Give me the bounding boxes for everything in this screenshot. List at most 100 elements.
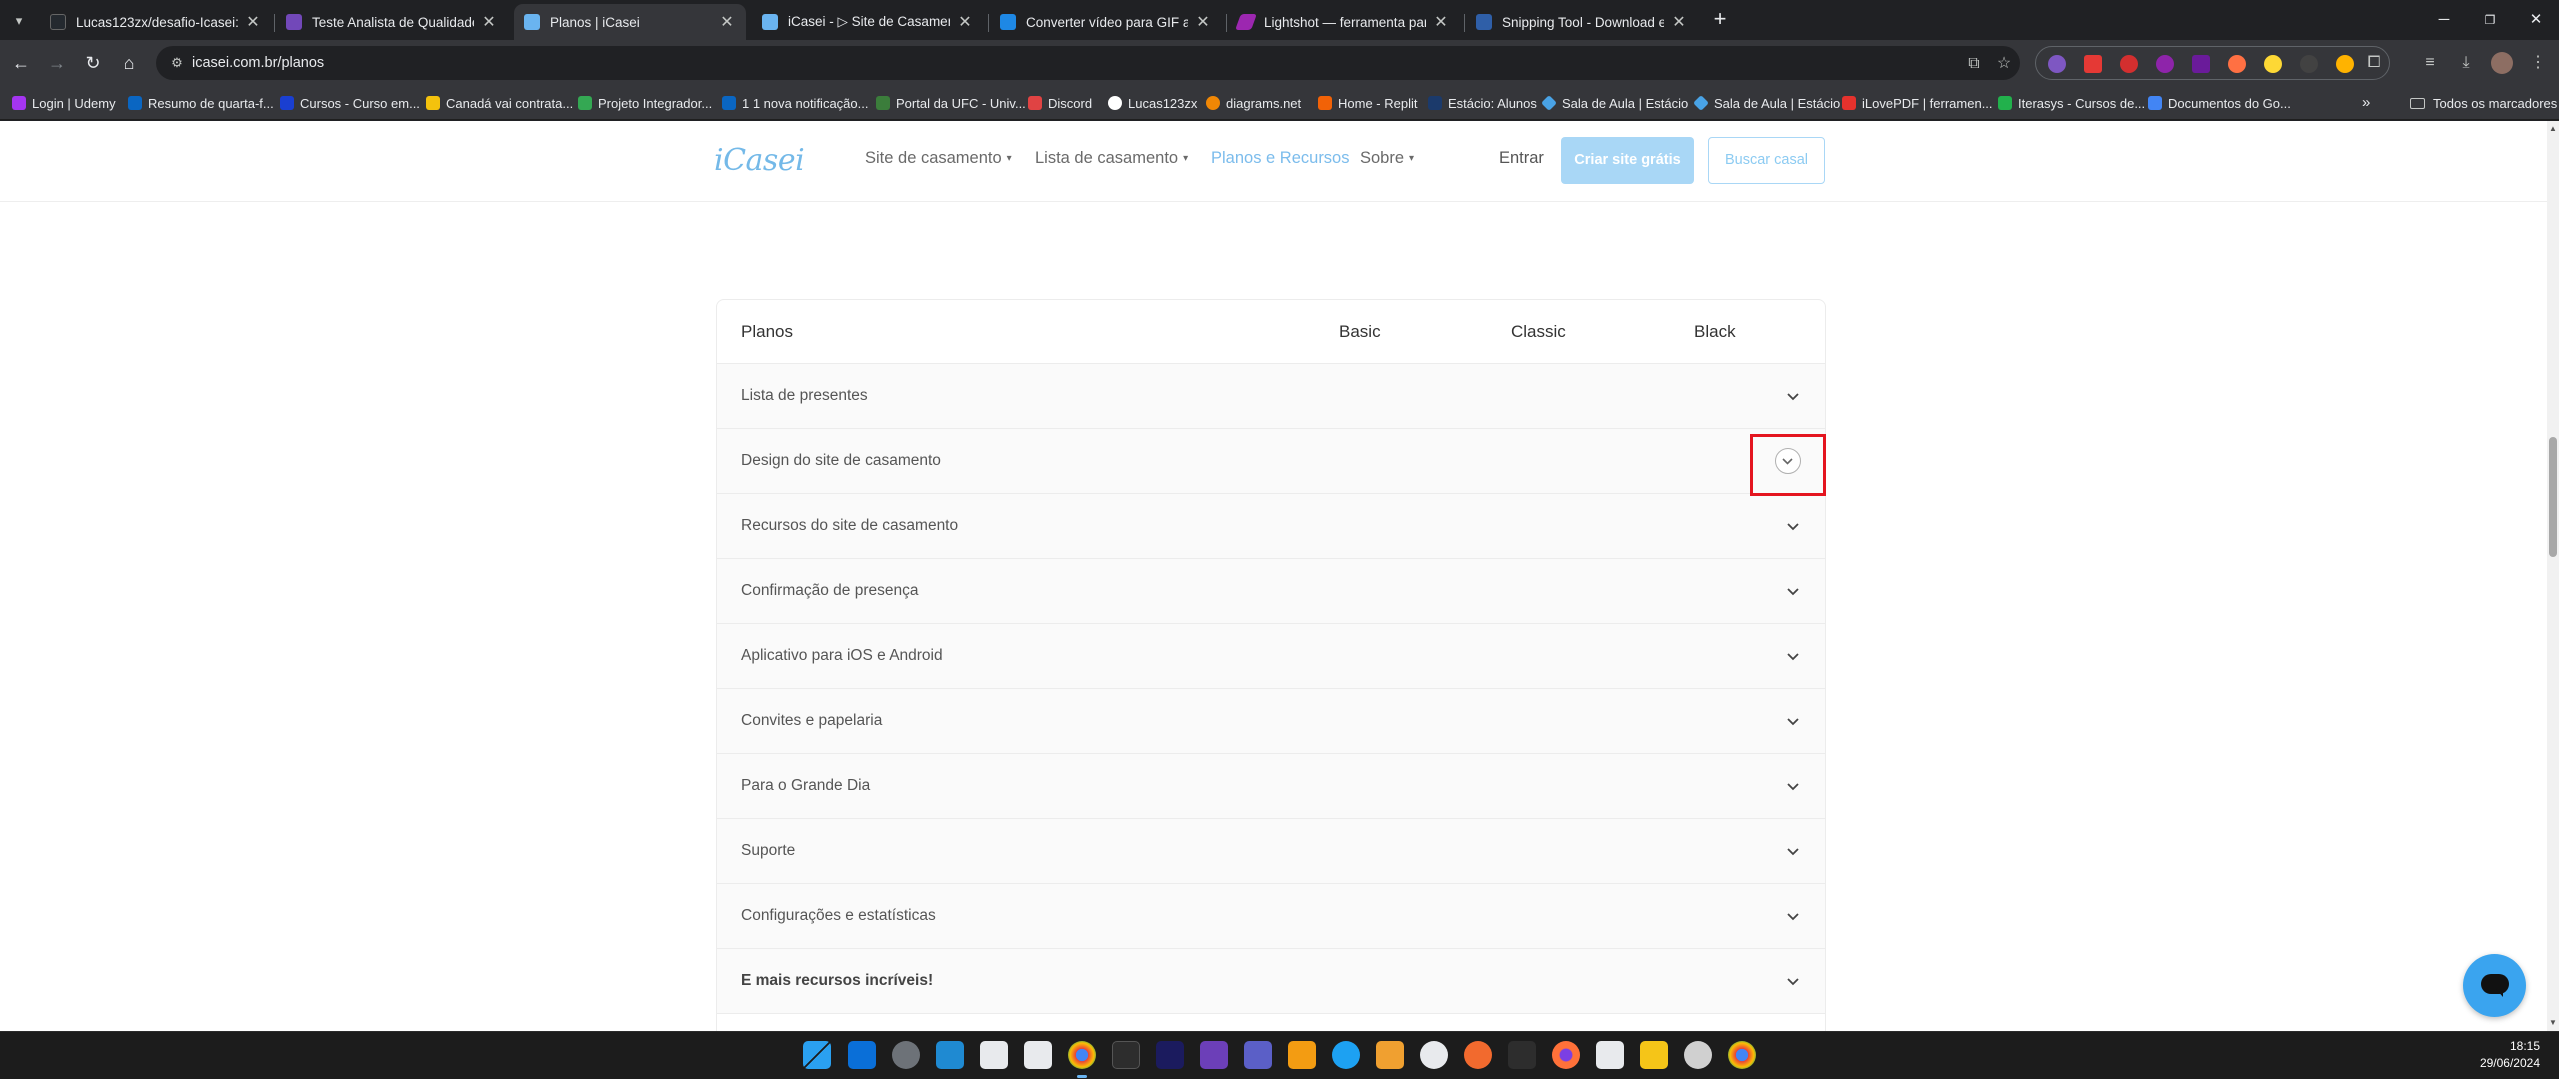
bookmark-item[interactable]: Sala de Aula | Estácio xyxy=(1541,86,1688,120)
install-app-icon[interactable]: ⧉ xyxy=(1964,54,1984,74)
bookmark-item[interactable]: Projeto Integrador... xyxy=(578,86,712,120)
sublime-icon[interactable] xyxy=(1376,1041,1404,1069)
extension-icon[interactable] xyxy=(2156,55,2174,73)
bookmark-item[interactable]: iLovePDF | ferramen... xyxy=(1842,86,1993,120)
login-link[interactable]: Entrar xyxy=(1499,149,1544,168)
accordion-row-convites-e-papelaria[interactable]: Convites e papelaria xyxy=(717,689,1825,754)
accordion-row-mais-recursos[interactable]: E mais recursos incríveis! xyxy=(717,949,1825,1014)
browser-menu-icon[interactable]: ⋮ xyxy=(2526,51,2550,75)
chevron-down-icon[interactable] xyxy=(1783,516,1803,536)
chevron-down-icon[interactable] xyxy=(1783,841,1803,861)
chevron-down-icon[interactable] xyxy=(1783,386,1803,406)
chevron-down-icon[interactable] xyxy=(1783,776,1803,796)
chevron-down-icon[interactable] xyxy=(1783,646,1803,666)
bookmark-item[interactable]: Iterasys - Cursos de... xyxy=(1998,86,2145,120)
all-bookmarks-folder[interactable]: Todos os marcadores xyxy=(2410,86,2557,120)
postman-icon[interactable] xyxy=(1464,1041,1492,1069)
accordion-row-aplicativo[interactable]: Aplicativo para iOS e Android xyxy=(717,624,1825,689)
tab-icasei-site[interactable]: iCasei - ▷ Site de Casamento iC ✕ xyxy=(752,4,984,40)
minimize-button[interactable]: ─ xyxy=(2426,6,2462,34)
close-tab-icon[interactable]: ✕ xyxy=(1432,12,1450,32)
accordion-row-suporte[interactable]: Suporte xyxy=(717,819,1825,884)
accordion-row-confirmacao-de-presenca[interactable]: Confirmação de presença xyxy=(717,559,1825,624)
chevron-down-icon[interactable] xyxy=(1783,906,1803,926)
tab-teste-analista[interactable]: Teste Analista de Qualidade ✕ xyxy=(276,4,508,40)
tab-converter-gif[interactable]: Converter vídeo para GIF anima ✕ xyxy=(990,4,1222,40)
office-icon[interactable] xyxy=(1288,1041,1316,1069)
nav-site-de-casamento[interactable]: Site de casamento ▾ xyxy=(865,149,1012,168)
chrome-icon[interactable] xyxy=(1068,1041,1096,1078)
bookmark-item[interactable]: Documentos do Go... xyxy=(2148,86,2291,120)
system-clock[interactable]: 18:15 29/06/2024 xyxy=(2460,1038,2540,1072)
bookmark-item[interactable]: 1 1 nova notificação... xyxy=(722,86,868,120)
scroll-down-icon[interactable]: ▼ xyxy=(2547,1017,2559,1029)
reload-button[interactable]: ↻ xyxy=(80,50,106,76)
extension-icon[interactable] xyxy=(2192,55,2210,73)
chevron-down-icon[interactable] xyxy=(1783,711,1803,731)
bookmark-item[interactable]: Cursos - Curso em... xyxy=(280,86,420,120)
close-tab-icon[interactable]: ✕ xyxy=(718,12,736,32)
home-button[interactable]: ⌂ xyxy=(116,50,142,76)
icasei-logo[interactable]: iCasei xyxy=(714,143,805,178)
notepad-icon[interactable] xyxy=(980,1041,1008,1069)
media-controls-icon[interactable]: ≡ xyxy=(2418,51,2442,75)
cmd-icon[interactable] xyxy=(1508,1041,1536,1069)
nav-lista-de-casamento[interactable]: Lista de casamento ▾ xyxy=(1035,149,1188,168)
extension-icon[interactable] xyxy=(2048,55,2066,73)
create-free-site-button[interactable]: Criar site grátis xyxy=(1561,137,1694,184)
extension-icon[interactable] xyxy=(2228,55,2246,73)
extension-icon[interactable] xyxy=(2264,55,2282,73)
extension-icon[interactable] xyxy=(2084,55,2102,73)
accordion-row-recursos-do-site[interactable]: Recursos do site de casamento xyxy=(717,494,1825,559)
more-bookmarks-icon[interactable]: » xyxy=(2362,86,2370,120)
chevron-down-icon[interactable] xyxy=(1783,971,1803,991)
extensions-puzzle-icon[interactable]: ⧠ xyxy=(2364,53,2384,73)
firefox-icon[interactable] xyxy=(1552,1041,1580,1069)
address-url[interactable]: icasei.com.br/planos xyxy=(192,46,324,80)
new-tab-button[interactable]: + xyxy=(1708,8,1732,32)
page-scrollbar[interactable]: ▲ ▼ xyxy=(2547,121,2559,1031)
tab-search-icon[interactable]: ▾ xyxy=(8,10,30,32)
close-window-button[interactable]: ✕ xyxy=(2518,6,2554,34)
bookmark-item[interactable]: Discord xyxy=(1028,86,1092,120)
bookmark-item[interactable]: Lucas123zx xyxy=(1108,86,1197,120)
vscode-icon[interactable] xyxy=(936,1041,964,1069)
search-couple-button[interactable]: Buscar casal xyxy=(1708,137,1825,184)
accordion-row-design-do-site[interactable]: Design do site de casamento xyxy=(717,429,1825,494)
profile-avatar[interactable] xyxy=(2491,52,2513,74)
back-button[interactable]: ← xyxy=(8,50,34,76)
bookmark-item[interactable]: Login | Udemy xyxy=(12,86,116,120)
address-bar[interactable]: ⚙ icasei.com.br/planos ⧉ ☆ xyxy=(156,46,2020,80)
tab-github[interactable]: Lucas123zx/desafio-Icasei: Rep ✕ xyxy=(40,4,272,40)
restore-button[interactable]: ❐ xyxy=(2472,6,2508,34)
notepad2-icon[interactable] xyxy=(1596,1041,1624,1069)
visual-studio-icon[interactable] xyxy=(1200,1041,1228,1069)
chat-button[interactable] xyxy=(2463,954,2526,1017)
bookmark-item[interactable]: Resumo de quarta-f... xyxy=(128,86,274,120)
tab-planos-icasei[interactable]: Planos | iCasei ✕ xyxy=(514,4,746,40)
jetbrains-icon[interactable] xyxy=(1156,1041,1184,1069)
accordion-row-lista-de-presentes[interactable]: Lista de presentes xyxy=(717,364,1825,429)
scrollbar-thumb[interactable] xyxy=(2549,437,2557,557)
chrome-icon[interactable] xyxy=(1728,1041,1756,1069)
extension-icon[interactable] xyxy=(2120,55,2138,73)
close-tab-icon[interactable]: ✕ xyxy=(1670,12,1688,32)
nav-planos-e-recursos[interactable]: Planos e Recursos xyxy=(1211,149,1350,168)
downloads-icon[interactable]: ⤓ xyxy=(2454,51,2478,75)
extension-icon[interactable] xyxy=(2300,55,2318,73)
windows-start-icon[interactable] xyxy=(803,1041,831,1069)
scroll-up-icon[interactable]: ▲ xyxy=(2547,123,2559,135)
outlook-icon[interactable] xyxy=(848,1041,876,1069)
terminal-icon[interactable] xyxy=(1112,1041,1140,1069)
bookmark-item[interactable]: Home - Replit xyxy=(1318,86,1417,120)
bookmark-item[interactable]: Estácio: Alunos xyxy=(1428,86,1537,120)
bookmark-star-icon[interactable]: ☆ xyxy=(1994,54,2014,74)
extension-icon[interactable] xyxy=(2336,55,2354,73)
close-tab-icon[interactable]: ✕ xyxy=(1194,12,1212,32)
close-tab-icon[interactable]: ✕ xyxy=(480,12,498,32)
close-tab-icon[interactable]: ✕ xyxy=(244,12,262,32)
accordion-row-para-o-grande-dia[interactable]: Para o Grande Dia xyxy=(717,754,1825,819)
copilot-icon[interactable] xyxy=(1684,1041,1712,1069)
bookmark-item[interactable]: diagrams.net xyxy=(1206,86,1301,120)
settings-icon[interactable] xyxy=(892,1041,920,1069)
